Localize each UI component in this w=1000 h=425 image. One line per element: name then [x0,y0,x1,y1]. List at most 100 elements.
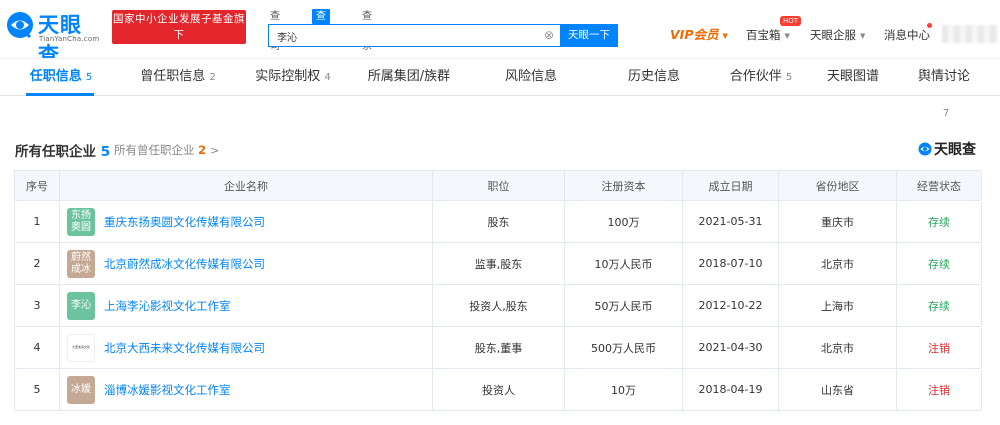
status-badge: 注销 [897,327,982,368]
capital: 50万人民币 [565,285,683,326]
tab-count: 2 [209,72,216,83]
tab-label: 天眼图谱 [826,69,879,84]
company-logo[interactable]: 东扬 奥圆 [67,207,95,236]
founded-date: 2021-05-31 [683,201,779,242]
row-no: 4 [15,327,60,368]
past-label: 所有曾任职企业 [114,143,195,157]
eye-logo-icon [7,12,33,39]
region: 北京市 [779,327,897,368]
position: 投资人 [433,369,565,410]
tab-past-positions[interactable]: 曾任职信息 2 [138,59,218,96]
tab-count: 4 [324,72,331,83]
tab-history[interactable]: 历史信息 [626,59,682,96]
row-no: 1 [15,201,60,242]
search-button[interactable]: 天眼一下 [560,24,618,47]
search-tab-boss[interactable]: 查老板 [312,9,330,52]
region: 上海市 [779,285,897,326]
watermark-text: 天眼查 [934,142,976,158]
capital: 100万 [565,201,683,242]
tab-discussion[interactable]: 舆情讨论 7 [913,59,975,119]
tab-label: 舆情讨论 [917,69,970,84]
header: 天眼查 TianYanCha.com 国家中小企业发展子基金旗下 官方备案企业征… [0,0,1000,67]
logo[interactable]: 天眼查 TianYanCha.com [6,8,102,67]
search-tab-company[interactable]: 查公司 [270,9,280,52]
enterprise-label: 天眼企服 [810,28,856,42]
row-no: 2 [15,243,60,284]
position: 投资人,股东 [433,285,565,326]
founded-date: 2021-04-30 [683,327,779,368]
capital: 10万人民币 [565,243,683,284]
gov-line-1: 国家中小企业发展子基金旗下 [113,13,245,41]
chevron-down-icon: ▼ [722,32,728,40]
header-status: 经营状态 [897,171,982,200]
notification-dot [927,23,932,28]
header-no: 序号 [15,171,60,200]
company-name-link[interactable]: 淄博冰媛影视文化工作室 [104,382,231,398]
tab-group[interactable]: 所属集团/族群 [364,59,454,96]
company-name-link[interactable]: 上海李沁影视文化工作室 [104,298,231,314]
tab-risk[interactable]: 风险信息 [503,59,559,96]
hot-badge: HOT [780,16,802,26]
capital: 10万 [565,369,683,410]
enterprise-menu[interactable]: 天眼企服 ▼ [810,27,865,43]
region: 北京市 [779,243,897,284]
tab-label: 实际控制权 [255,69,321,84]
company-logo[interactable]: 冰媛 [67,375,95,404]
company-logo[interactable]: 大西未来文化 [67,333,95,362]
company-name-link[interactable]: 重庆东扬奥圆文化传媒有限公司 [104,214,265,230]
user-avatar[interactable] [942,25,998,43]
company-cell: 李沁 上海李沁影视文化工作室 [60,285,433,326]
past-positions-link[interactable]: 所有曾任职企业 2 > [114,142,219,158]
eye-logo-icon [918,142,932,156]
company-cell: 东扬 奥圆 重庆东扬奥圆文化传媒有限公司 [60,201,433,242]
search-input[interactable]: 李沁 ⊗ [268,24,560,47]
tab-count: 5 [85,72,93,83]
company-cell: 大西未来文化 北京大西未来文化传媒有限公司 [60,327,433,368]
table-row: 4 大西未来文化 北京大西未来文化传媒有限公司 股东,董事 500万人民币 2021-04… [15,327,982,369]
company-logo[interactable]: 蔚然 成冰 [67,249,95,278]
toolbox-menu[interactable]: 百宝箱 ▼ [746,27,790,43]
status-badge: 存续 [897,243,982,284]
position: 股东,董事 [433,327,565,368]
tab-label: 任职信息 [29,69,82,84]
position: 监事,股东 [433,243,565,284]
clear-icon[interactable]: ⊗ [544,28,554,42]
header-capital: 注册资本 [565,171,683,200]
tab-graph[interactable]: 天眼图谱 [825,59,881,96]
watermark: 天眼查 [918,139,976,159]
company-logo[interactable]: 李沁 [67,291,95,320]
messages-link[interactable]: 消息中心 [884,27,930,43]
status-badge: 存续 [897,201,982,242]
tab-partners[interactable]: 合作伙伴 5 [729,59,793,96]
tab-label: 所属集团/族群 [367,69,451,84]
company-cell: 蔚然 成冰 北京蔚然成冰文化传媒有限公司 [60,243,433,284]
vip-menu[interactable]: VIP会员 ▼ [670,27,728,43]
tab-current-positions[interactable]: 任职信息 5 [26,59,96,96]
table-header: 序号 企业名称 职位 注册资本 成立日期 省份地区 经营状态 [15,171,982,201]
row-no: 3 [15,285,60,326]
founded-date: 2012-10-22 [683,285,779,326]
search-tab-relation[interactable]: 查关系 [362,9,372,52]
company-name-link[interactable]: 北京蔚然成冰文化传媒有限公司 [104,256,265,272]
table-body: 1 东扬 奥圆 重庆东扬奥圆文化传媒有限公司 股东 100万 2021-05-31 重庆市存… [15,201,982,411]
header-company: 企业名称 [60,171,433,200]
vip-label: VIP会员 [670,27,719,42]
section-count: 5 [100,144,111,160]
past-count: 2 [198,143,207,157]
capital: 500万人民币 [565,327,683,368]
company-name-link[interactable]: 北京大西未来文化传媒有限公司 [104,340,265,356]
tab-label: 合作伙伴 [729,69,782,84]
tab-label: 历史信息 [627,69,680,84]
header-date: 成立日期 [683,171,779,200]
section-title-label: 所有任职企业 [15,144,96,160]
tab-control[interactable]: 实际控制权 4 [252,59,334,96]
profile-tabs: 任职信息 5 曾任职信息 2 实际控制权 4 所属集团/族群 风险信息 历史信息 合作… [0,58,1000,119]
section-title: 所有任职企业 5 [15,140,110,160]
active-tab-indicator [26,93,94,96]
tab-label: 曾任职信息 [140,69,206,84]
tab-label: 风险信息 [504,69,557,84]
table-row: 5 冰媛 淄博冰媛影视文化工作室 投资人 10万 2018-04-19 山东省 注销 [15,369,982,411]
status-badge: 存续 [897,285,982,326]
positions-table: 序号 企业名称 职位 注册资本 成立日期 省份地区 经营状态 1 东扬 奥圆 重庆东… [14,170,982,411]
header-position: 职位 [433,171,565,200]
